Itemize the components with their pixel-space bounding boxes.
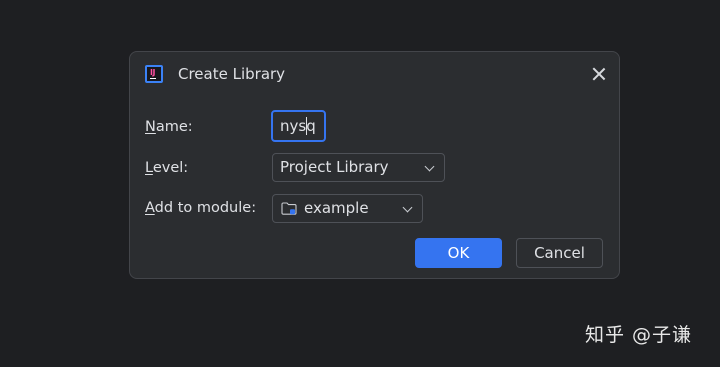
watermark-text: 知乎 @子谦 <box>585 324 693 346</box>
close-icon[interactable] <box>589 64 609 84</box>
level-label: Level: <box>145 160 189 176</box>
chevron-down-icon <box>424 161 435 172</box>
cancel-button[interactable]: Cancel <box>516 238 603 268</box>
ok-button[interactable]: OK <box>415 238 502 268</box>
module-selected-value: example <box>304 199 369 217</box>
chevron-down-icon <box>402 202 413 213</box>
dialog-titlebar: IJ Create Library <box>130 52 619 96</box>
module-label: Add to module: <box>145 200 257 216</box>
level-dropdown[interactable]: Project Library <box>272 153 445 182</box>
name-input[interactable] <box>271 110 326 142</box>
module-dropdown[interactable]: example <box>272 194 423 223</box>
create-library-dialog: IJ Create Library Name: Level: Project L… <box>129 51 620 279</box>
level-selected-value: Project Library <box>280 158 389 176</box>
text-caret <box>306 117 307 135</box>
name-label: Name: <box>145 119 193 135</box>
intellij-idea-icon: IJ <box>145 65 163 83</box>
dialog-title: Create Library <box>178 65 286 83</box>
module-folder-icon <box>281 202 297 215</box>
